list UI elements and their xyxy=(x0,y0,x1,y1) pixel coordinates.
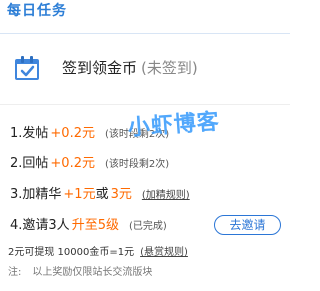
task-note: (该时段剩2次) xyxy=(104,159,170,170)
signin-row[interactable]: 签到领金币 (未签到) xyxy=(0,35,290,105)
task-reward-secondary: 3元 xyxy=(110,187,132,202)
signin-status: (未签到) xyxy=(141,59,198,77)
daily-tasks-panel: 每日任务 签到领金币 (未签到) 1.发帖 +0.2元 (该时段剩2次) 2.回帖 +0… xyxy=(0,0,290,291)
task-reward: 升至5级 xyxy=(71,218,119,233)
task-status: (已完成) xyxy=(128,221,167,232)
panel-title: 每日任务 xyxy=(7,3,67,19)
task-name: 1.发帖 xyxy=(10,126,49,141)
task-name: 2.回帖 xyxy=(10,156,49,171)
panel-header: 每日任务 xyxy=(0,0,290,34)
signin-label-text[interactable]: 签到领金币 xyxy=(62,59,137,77)
task-note: (该时段剩2次) xyxy=(104,129,170,140)
featured-rules-link[interactable]: (加精规则) xyxy=(142,190,190,201)
calendar-check-icon xyxy=(15,56,39,80)
task-row-reply: 2.回帖 +0.2元 (该时段剩2次) xyxy=(10,152,286,176)
invite-button[interactable]: 去邀请 xyxy=(214,215,281,235)
reward-rules-link[interactable]: (悬赏规则) xyxy=(140,247,188,258)
task-reward-primary: +1元 xyxy=(63,187,96,202)
task-row-featured: 3.加精华 +1元或 3元 (加精规则) xyxy=(10,183,286,207)
task-reward-joiner: 或 xyxy=(95,187,109,202)
footnote-prefix: 注: xyxy=(8,267,22,278)
task-name: 4.邀请3人 xyxy=(10,218,70,233)
footnote: 注: 以上奖励仅限站长交流版块 xyxy=(8,266,152,280)
task-row-post: 1.发帖 +0.2元 (该时段剩2次) xyxy=(10,122,286,146)
task-row-invite: 4.邀请3人 升至5级 (已完成) 去邀请 xyxy=(10,214,286,238)
signin-label[interactable]: 签到领金币 (未签到) xyxy=(62,58,198,78)
exchange-info: 2元可提现 10000金币=1元 (悬赏规则) xyxy=(8,246,188,260)
task-name: 3.加精华 xyxy=(10,187,62,202)
task-reward: +0.2元 xyxy=(50,156,95,171)
task-reward: +0.2元 xyxy=(50,126,95,141)
exchange-text: 2元可提现 10000金币=1元 xyxy=(8,247,135,258)
footnote-text: 以上奖励仅限站长交流版块 xyxy=(32,267,153,278)
